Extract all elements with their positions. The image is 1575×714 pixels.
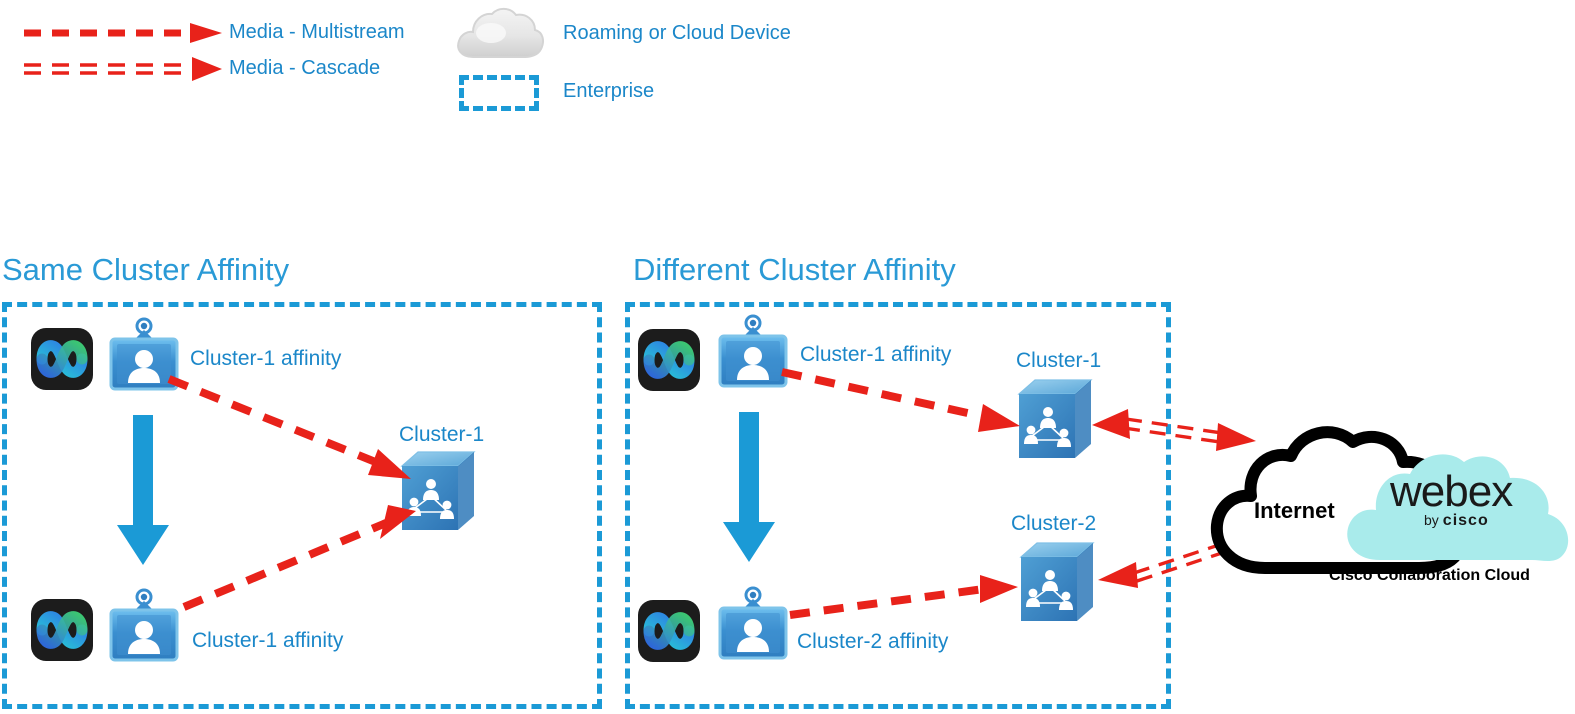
cloud-caption: Cisco Collaboration Cloud: [1329, 567, 1530, 584]
diagram-canvas: Media - Multistream Media - Cascade Roam…: [0, 0, 1575, 714]
media-arrow-same-bottom: [182, 505, 416, 611]
webex-infinity-glyph: [36, 611, 88, 649]
roaming-cloud-icon: [457, 7, 544, 58]
legend-cascade-arrow-icon: [24, 57, 222, 81]
cluster-label-diff-cluster-2: Cluster-2: [1011, 512, 1097, 535]
webex-byline: by cisco: [1424, 512, 1489, 530]
webex-infinity-glyph: [36, 340, 88, 378]
webex-app-icon-same-top[interactable]: [31, 328, 93, 390]
cluster-label-diff-cluster-1: Cluster-1: [1016, 349, 1102, 372]
section-title-different-cluster: Different Cluster Affinity: [633, 252, 956, 287]
media-arrow-diff-top: [781, 368, 1020, 432]
roaming-down-arrow-different-cluster: [723, 412, 775, 562]
legend-multistream-arrow-icon: [24, 23, 222, 43]
user-badge-icon-same-bottom[interactable]: [107, 588, 181, 664]
legend-roaming-cloud-label: Roaming or Cloud Device: [563, 22, 791, 44]
affinity-label-diff-bottom: Cluster-2 affinity: [797, 630, 949, 653]
cluster-server-icon-diff-2[interactable]: [1019, 541, 1095, 623]
legend-enterprise-label: Enterprise: [563, 80, 655, 102]
webex-infinity-glyph: [643, 341, 695, 379]
webex-infinity-glyph: [643, 612, 695, 650]
affinity-label-same-bottom: Cluster-1 affinity: [192, 629, 344, 652]
affinity-label-same-top: Cluster-1 affinity: [190, 347, 342, 370]
media-arrow-diff-bottom: [789, 575, 1018, 619]
webex-app-icon-same-bottom[interactable]: [31, 599, 93, 661]
webex-app-icon-diff-top[interactable]: [638, 329, 700, 391]
webex-byline-brand: cisco: [1442, 512, 1489, 529]
section-title-same-cluster: Same Cluster Affinity: [2, 252, 290, 287]
internet-label: Internet: [1254, 498, 1335, 523]
affinity-label-diff-top: Cluster-1 affinity: [800, 343, 952, 366]
legend-multistream-label: Media - Multistream: [229, 21, 405, 43]
webex-byline-prefix: by: [1424, 512, 1439, 528]
legend: Media - Multistream Media - Cascade Roam…: [0, 0, 830, 120]
user-badge-icon-diff-bottom[interactable]: [716, 586, 790, 662]
webex-wordmark: webex: [1390, 467, 1513, 516]
legend-cascade-label: Media - Cascade: [229, 57, 381, 79]
webex-app-icon-diff-bottom[interactable]: [638, 600, 700, 662]
media-arrow-same-top: [167, 375, 411, 479]
legend-enterprise-box-icon: [459, 75, 539, 111]
cluster-server-icon-diff-1[interactable]: [1017, 378, 1093, 460]
